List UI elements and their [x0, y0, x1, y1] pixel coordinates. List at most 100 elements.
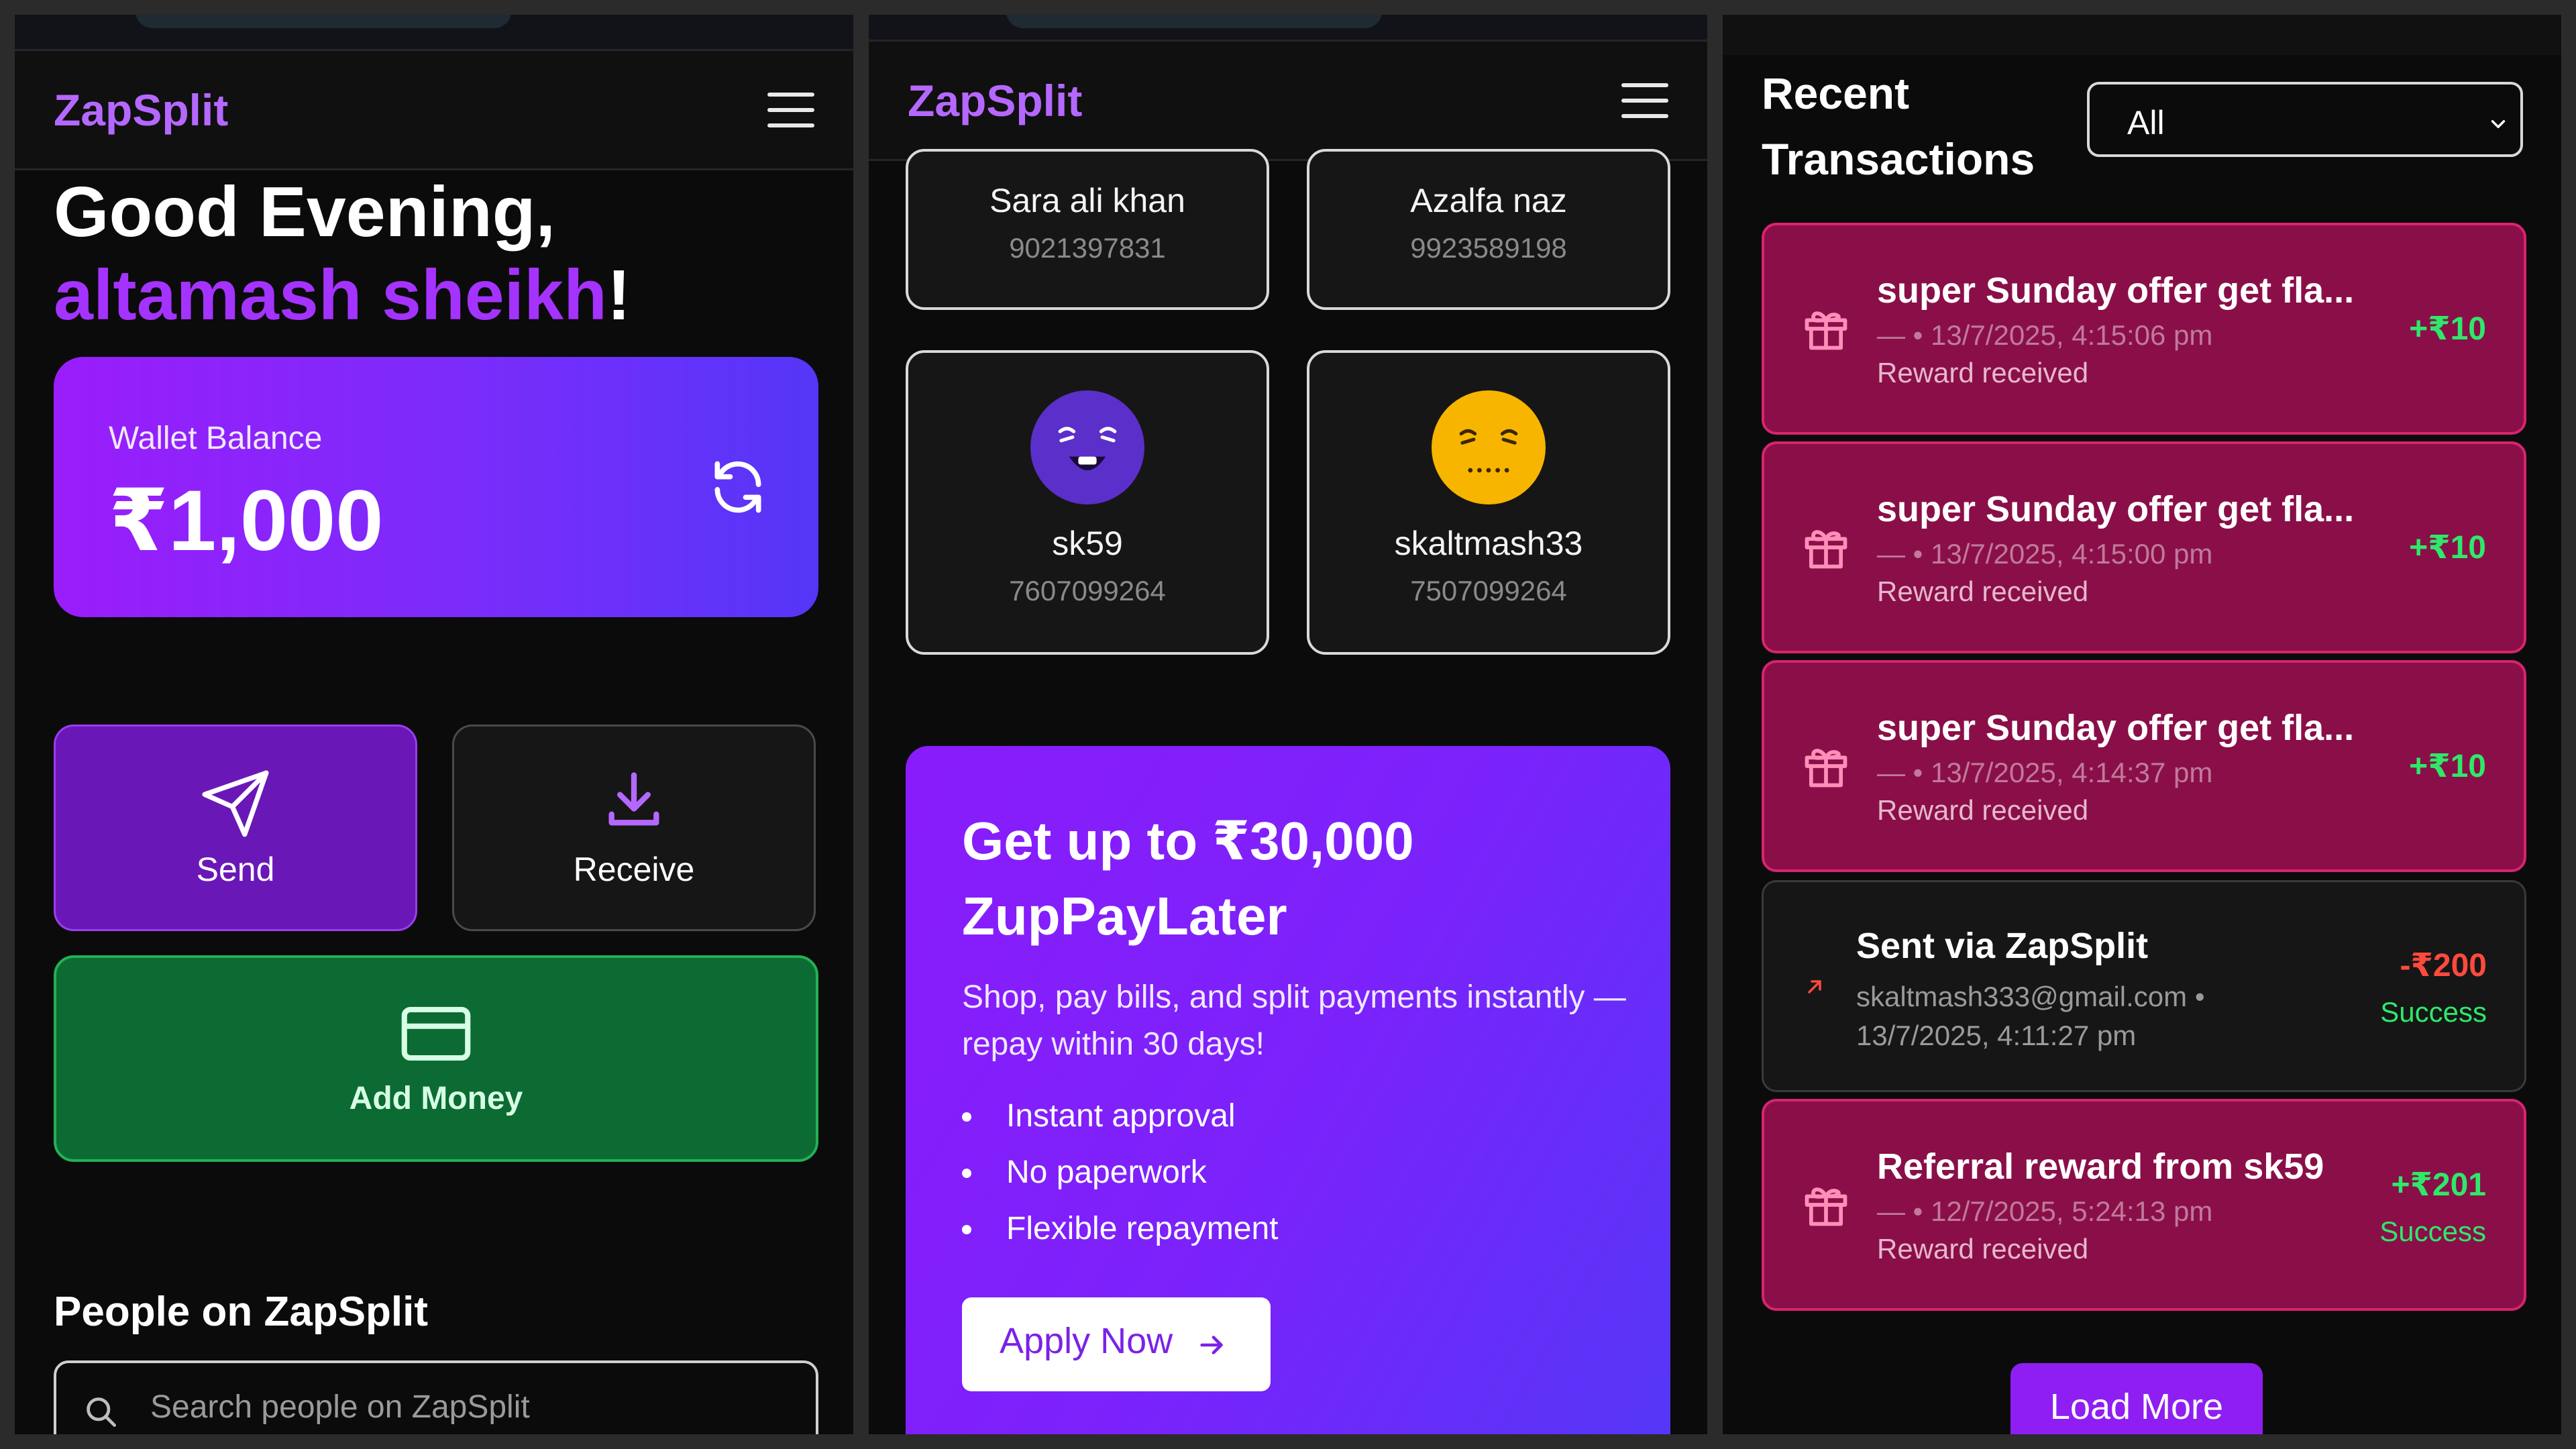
gift-icon: [1805, 1187, 1847, 1226]
chevron-down-icon: [2491, 120, 2506, 128]
transaction-amount: +₹201: [2391, 1167, 2486, 1203]
load-more-button[interactable]: Load More: [2010, 1363, 2263, 1434]
promo-title-line2: ZupPayLater: [962, 886, 1287, 946]
transaction-meta: — • 12/7/2025, 5:24:13 pm: [1877, 1195, 2213, 1227]
people-promo-screen: ZapSplit Sara ali khan 9021397831 Azalfa…: [869, 15, 1707, 1434]
person-phone: 7507099264: [1410, 575, 1567, 606]
top-strip: [1723, 15, 2561, 55]
top-strip: [15, 15, 853, 51]
send-label: Send: [196, 851, 275, 888]
home-screen: ZapSplit Good Evening, altamash sheikh! …: [15, 15, 853, 1434]
transaction-status: Success: [2379, 1216, 2486, 1247]
transactions-screen: Recent Transactions All super Sunday off…: [1723, 15, 2561, 1434]
transaction-title: Sent via ZapSplit: [1856, 926, 2149, 966]
transaction-item[interactable]: Sent via ZapSplit skaltmash333@gmail.com…: [1762, 880, 2526, 1092]
hamburger-menu-icon[interactable]: [1621, 83, 1668, 118]
transaction-item[interactable]: super Sunday offer get fla... — • 13/7/2…: [1762, 223, 2526, 435]
receive-button[interactable]: Receive: [452, 724, 816, 931]
send-button[interactable]: Send: [54, 724, 417, 931]
receive-label: Receive: [573, 851, 695, 888]
app-logo[interactable]: ZapSplit: [908, 75, 1082, 126]
transaction-meta: skaltmash333@gmail.com • 13/7/2025, 4:11…: [1856, 981, 2205, 1051]
greeting-suffix: !: [606, 256, 631, 335]
add-money-button[interactable]: Add Money: [54, 955, 818, 1162]
top-strip: [869, 15, 1707, 42]
gift-icon: [1805, 530, 1847, 569]
person-card[interactable]: sk59 7607099264: [906, 350, 1269, 655]
load-more-label: Load More: [2049, 1387, 2224, 1427]
paylater-promo-card: Get up to ₹30,000 ZupPayLater Shop, pay …: [906, 746, 1670, 1434]
person-name: skaltmash33: [1394, 525, 1583, 562]
app-header: ZapSplit: [869, 42, 1707, 161]
promo-title: Get up to ₹30,000 ZupPayLater: [962, 804, 1633, 954]
refresh-icon[interactable]: [707, 456, 769, 518]
greeting: Good Evening, altamash sheikh!: [54, 170, 832, 337]
person-card[interactable]: skaltmash33 7507099264: [1307, 350, 1670, 655]
greeting-prefix: Good Evening,: [54, 172, 555, 252]
arrow-up-right-icon: [1808, 980, 1821, 994]
title-line2: Transactions: [1762, 134, 2035, 184]
title-line1: Recent: [1762, 68, 1910, 118]
transaction-title: super Sunday offer get fla...: [1877, 270, 2355, 311]
hamburger-menu-icon[interactable]: [767, 92, 814, 127]
promo-features: Instant approval No paperwork Flexible r…: [962, 1088, 1279, 1257]
transaction-subtitle: Reward received: [1877, 576, 2089, 607]
transaction-title: super Sunday offer get fla...: [1877, 489, 2355, 529]
people-search-box[interactable]: [54, 1360, 818, 1434]
top-pill: [136, 15, 511, 28]
search-people-input[interactable]: [150, 1383, 794, 1430]
apply-now-label: Apply Now: [1000, 1321, 1173, 1361]
grimacing-face-icon: [1432, 390, 1546, 504]
transaction-amount: +₹10: [2409, 749, 2486, 784]
person-name: Sara ali khan: [989, 182, 1185, 219]
promo-feature-item: No paperwork: [962, 1144, 1279, 1201]
transaction-item[interactable]: Referral reward from sk59 — • 12/7/2025,…: [1762, 1099, 2526, 1311]
transaction-amount: +₹10: [2409, 311, 2486, 347]
search-icon: [87, 1397, 116, 1427]
promo-feature-item: Instant approval: [962, 1088, 1279, 1144]
download-icon: [608, 772, 659, 826]
transaction-title: super Sunday offer get fla...: [1877, 708, 2355, 748]
top-pill: [1006, 15, 1382, 28]
person-phone: 9923589198: [1410, 232, 1567, 264]
person-phone: 9021397831: [1009, 232, 1166, 264]
transaction-meta: — • 13/7/2025, 4:14:37 pm: [1877, 757, 2213, 788]
transaction-item[interactable]: super Sunday offer get fla... — • 13/7/2…: [1762, 441, 2526, 653]
transaction-title: Referral reward from sk59: [1877, 1146, 2324, 1187]
arrow-right-icon: [1200, 1336, 1223, 1354]
apply-now-button[interactable]: Apply Now: [962, 1297, 1271, 1391]
person-card[interactable]: Sara ali khan 9021397831: [906, 149, 1269, 310]
gift-icon: [1805, 311, 1847, 350]
recent-transactions-title: Recent Transactions: [1762, 60, 2035, 192]
wallet-amount: ₹1,000: [109, 473, 384, 569]
send-icon: [202, 770, 269, 837]
promo-title-line1: Get up to ₹30,000: [962, 811, 1414, 871]
transaction-amount: +₹10: [2409, 530, 2486, 566]
app-logo[interactable]: ZapSplit: [54, 85, 228, 136]
wallet-balance-card: Wallet Balance ₹1,000: [54, 357, 818, 617]
transaction-subtitle: Reward received: [1877, 357, 2089, 388]
user-name: altamash sheikh: [54, 256, 607, 335]
transaction-subtitle: Reward received: [1877, 794, 2089, 826]
promo-feature-item: Flexible repayment: [962, 1201, 1279, 1257]
add-money-label: Add Money: [349, 1081, 523, 1116]
person-phone: 7607099264: [1009, 575, 1166, 606]
person-name: sk59: [1052, 525, 1123, 562]
people-section-title: People on ZapSplit: [54, 1289, 429, 1335]
laughing-face-icon: [1030, 390, 1144, 504]
wallet-label: Wallet Balance: [109, 421, 323, 456]
person-name: Azalfa naz: [1410, 182, 1567, 219]
transaction-item[interactable]: super Sunday offer get fla... — • 13/7/2…: [1762, 660, 2526, 872]
transaction-amount: -₹200: [2400, 948, 2487, 983]
transaction-status: Success: [2380, 996, 2487, 1028]
app-header: ZapSplit: [15, 51, 853, 170]
credit-card-icon: [401, 1006, 471, 1061]
transaction-filter-select[interactable]: All: [2087, 82, 2523, 157]
promo-description: Shop, pay bills, and split payments inst…: [962, 979, 1626, 1062]
person-card[interactable]: Azalfa naz 9923589198: [1307, 149, 1670, 310]
transaction-meta: — • 13/7/2025, 4:15:06 pm: [1877, 319, 2213, 351]
filter-value: All: [2127, 104, 2165, 142]
transaction-subtitle: Reward received: [1877, 1233, 2089, 1265]
transaction-meta: — • 13/7/2025, 4:15:00 pm: [1877, 538, 2213, 570]
gift-icon: [1805, 749, 1847, 788]
